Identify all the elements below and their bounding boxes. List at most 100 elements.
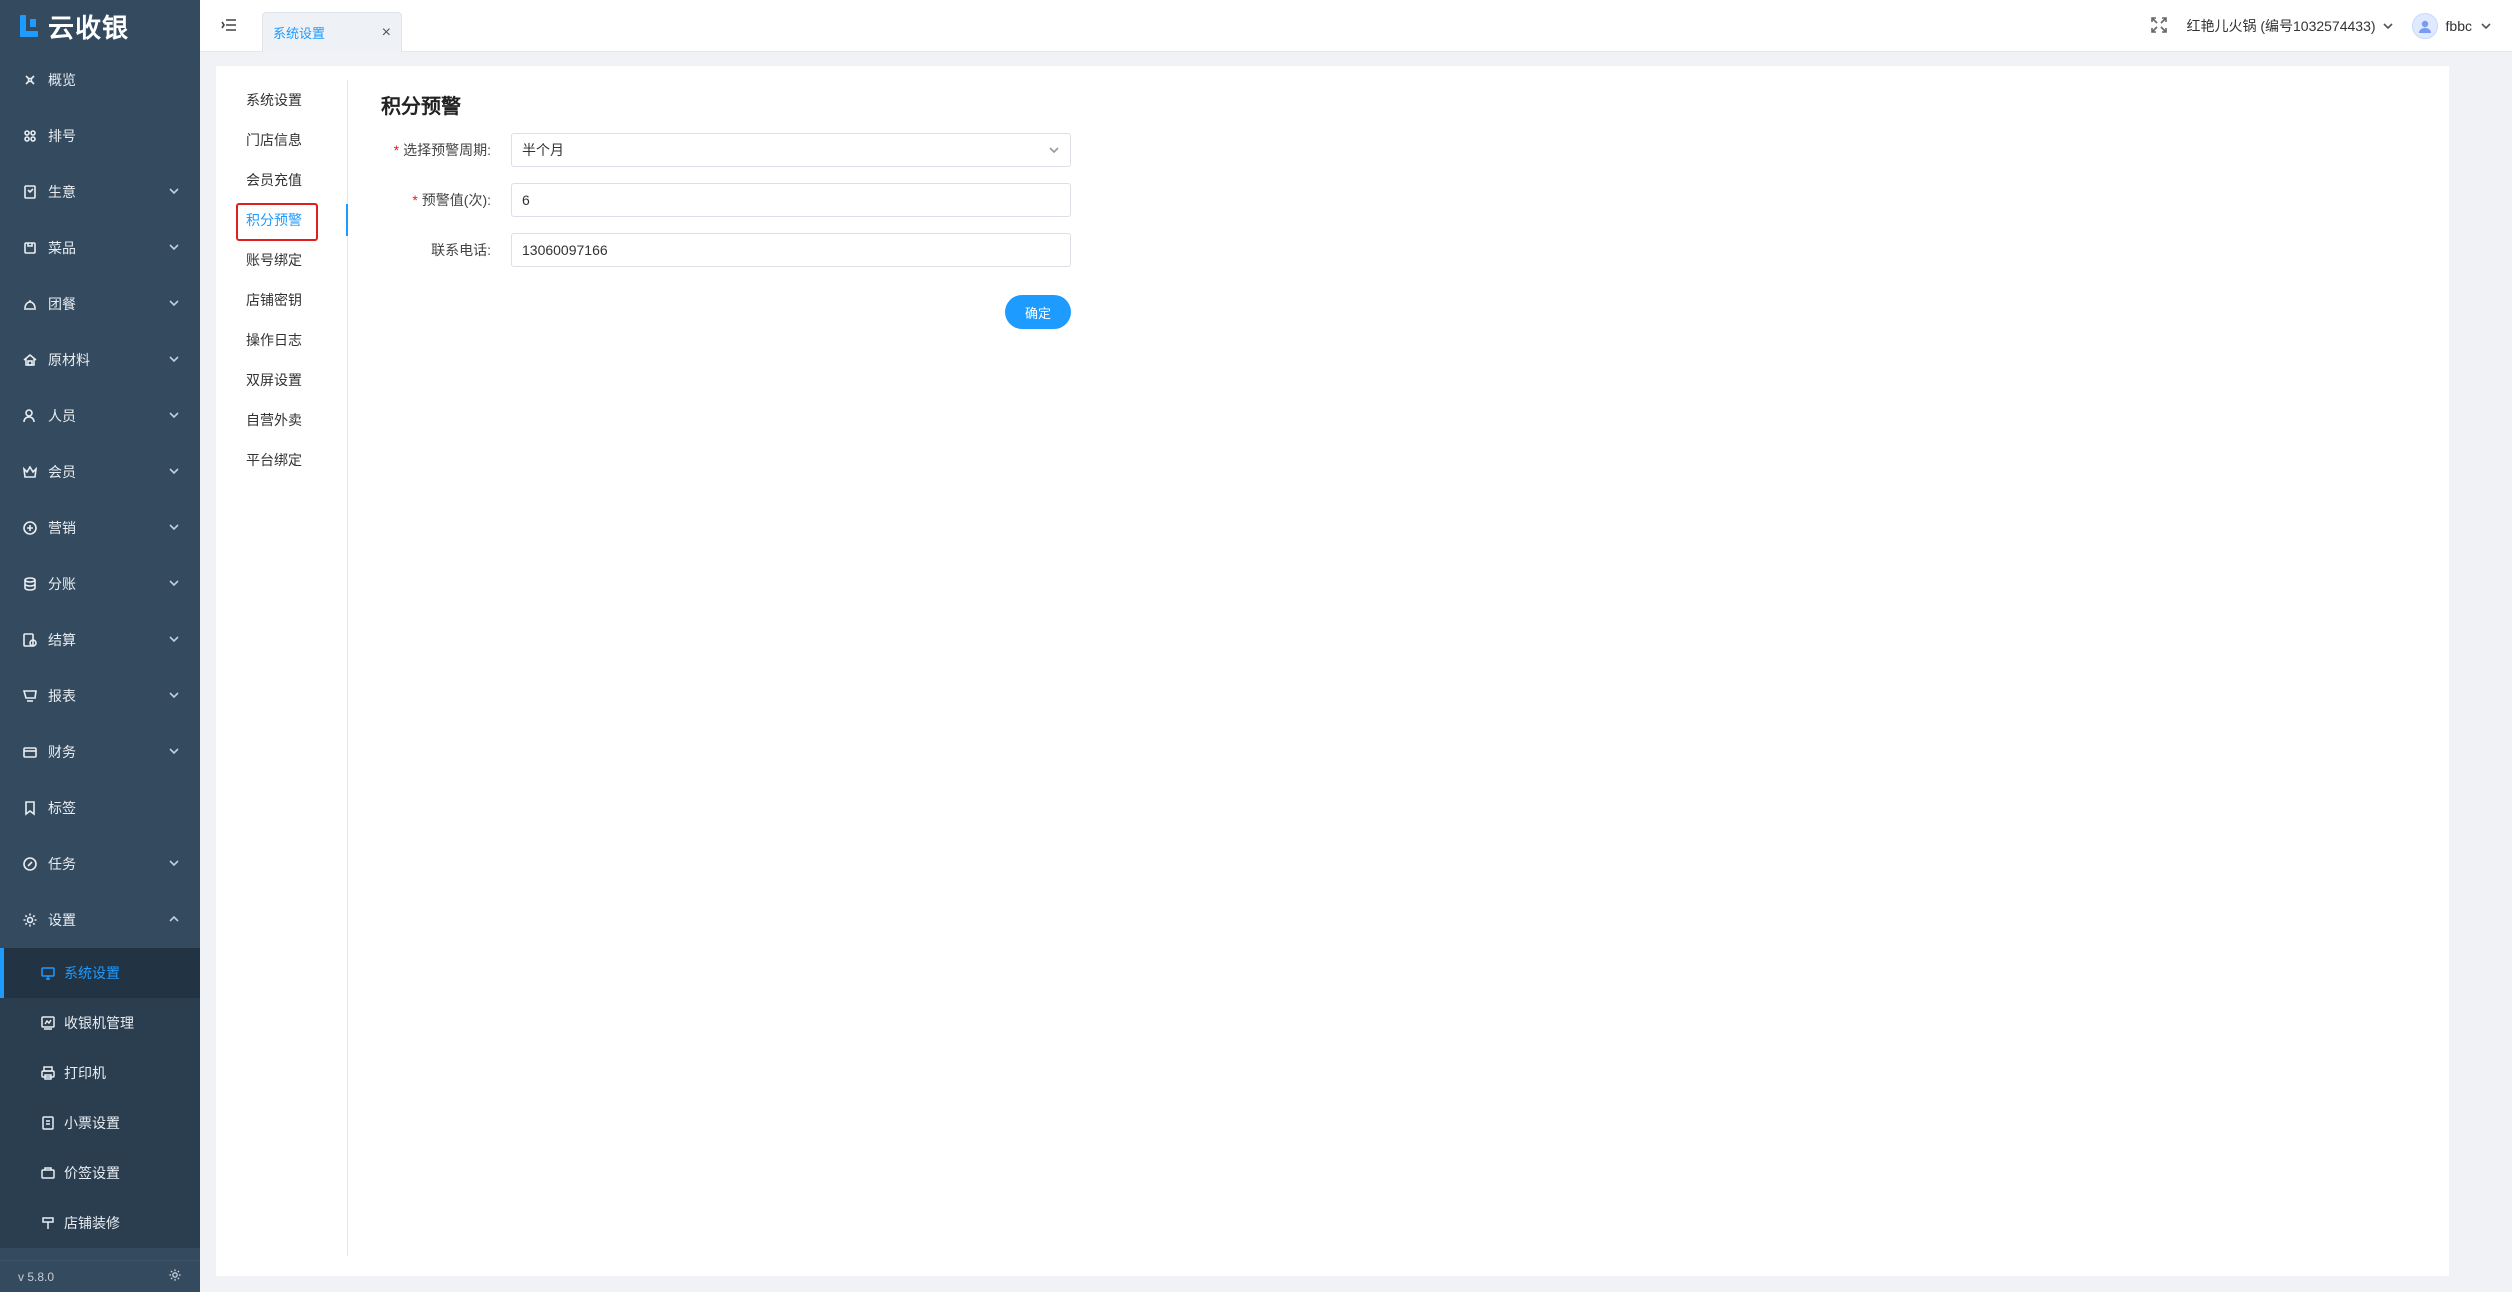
period-select[interactable]: 半个月 (511, 133, 1071, 167)
submenu-item-monitor[interactable]: 系统设置 (0, 948, 200, 998)
sidebar-item-label: 团餐 (48, 296, 76, 312)
member-icon (22, 464, 38, 480)
chevron-up-icon (168, 912, 180, 928)
monitor-icon (40, 965, 56, 981)
group-meal-icon (22, 296, 38, 312)
subnav-item[interactable]: 自营外卖 (228, 400, 347, 440)
sidebar-item-report[interactable]: 报表 (0, 668, 200, 724)
sidebar-item-finance[interactable]: 财务 (0, 724, 200, 780)
submenu-item-label: 打印机 (64, 1065, 106, 1081)
close-icon[interactable]: × (382, 24, 391, 42)
tag-icon (22, 800, 38, 816)
submenu-item-cashier[interactable]: 收银机管理 (0, 998, 200, 1048)
subnav-item[interactable]: 平台绑定 (228, 440, 347, 480)
period-row: * 选择预警周期: 半个月 (381, 133, 1071, 167)
sidebar-item-task[interactable]: 任务 (0, 836, 200, 892)
queue-icon (22, 128, 38, 144)
subnav-item[interactable]: 门店信息 (228, 120, 347, 160)
subnav-item[interactable]: 积分预警 (228, 200, 348, 240)
submenu-item-label: 店铺装修 (64, 1215, 120, 1231)
phone-input[interactable] (511, 233, 1071, 267)
tab-label: 系统设置 (273, 26, 326, 41)
sidebar-item-settings[interactable]: 设置 (0, 892, 200, 948)
user-menu[interactable]: fbbc (2411, 13, 2492, 39)
subnav-item[interactable]: 操作日志 (228, 320, 347, 360)
subnav-item[interactable]: 会员充值 (228, 160, 347, 200)
fullscreen-icon[interactable] (2150, 16, 2168, 37)
header-right: 红艳儿火锅 (编号1032574433) fbbc (2150, 0, 2492, 52)
sidebar-item-label: 财务 (48, 744, 76, 760)
sidebar-item-material[interactable]: 原材料 (0, 332, 200, 388)
sidebar-item-label: 分账 (48, 576, 76, 592)
subnav-item[interactable]: 账号绑定 (228, 240, 347, 280)
sidebar-item-label: 任务 (48, 856, 76, 872)
settlement-icon (22, 632, 38, 648)
avatar (2411, 13, 2438, 39)
material-icon (22, 352, 38, 368)
sidebar-item-business[interactable]: 生意 (0, 164, 200, 220)
business-icon (22, 184, 38, 200)
sidebar-item-queue[interactable]: 排号 (0, 108, 200, 164)
task-icon (22, 856, 38, 872)
settings-subnav: 系统设置 门店信息 会员充值 积分预警 账号绑定 店铺密钥 操作日志 双屏设置 自营外卖 平台绑定 (228, 80, 348, 1256)
report-icon (22, 688, 38, 704)
sidebar-item-dish[interactable]: 菜品 (0, 220, 200, 276)
chevron-down-icon (2481, 23, 2491, 30)
overview-icon (22, 72, 38, 88)
subnav-item[interactable]: 系统设置 (228, 80, 347, 120)
sidebar-item-staff[interactable]: 人员 (0, 388, 200, 444)
submenu-item-printer[interactable]: 打印机 (0, 1048, 200, 1098)
submenu-item-receipt[interactable]: 小票设置 (0, 1098, 200, 1148)
sidebar-item-label: 菜品 (48, 240, 76, 256)
settings-submenu: 系统设置收银机管理打印机小票设置价签设置店铺装修 (0, 948, 200, 1248)
app-logo[interactable]: 云收银 (0, 0, 200, 52)
main-menu: 概览 排号生意菜品团餐原材料人员会员营销分账结算报表财务标签任务设置系统设置收银机… (0, 52, 200, 1248)
settings-icon (22, 912, 38, 928)
sidebar-item-label: 结算 (48, 632, 76, 648)
confirm-button[interactable]: 确定 (1005, 295, 1071, 329)
phone-label: 联系电话: (431, 242, 491, 258)
submenu-item-label: 收银机管理 (64, 1015, 134, 1031)
sidebar-item-label: 营销 (48, 520, 76, 536)
threshold-label-text: 预警值(次): (421, 192, 491, 208)
chevron-down-icon (168, 520, 180, 536)
submenu-item-decoration[interactable]: 店铺装修 (0, 1198, 200, 1248)
sidebar-item-label: 人员 (48, 408, 76, 424)
gear-icon[interactable] (168, 1268, 182, 1285)
sidebar-item-tag[interactable]: 标签 (0, 780, 200, 836)
submenu-item-label: 系统设置 (64, 965, 120, 981)
submenu-item-label: 价签设置 (64, 1165, 120, 1181)
chevron-down-icon (168, 856, 180, 872)
menu-toggle-icon[interactable] (220, 16, 238, 34)
subnav-item[interactable]: 双屏设置 (228, 360, 347, 400)
printer-icon (40, 1065, 56, 1081)
sidebar-item-member[interactable]: 会员 (0, 444, 200, 500)
logo-icon (18, 15, 40, 37)
period-label-text: 选择预警周期: (403, 142, 491, 158)
sidebar-item-split-account[interactable]: 分账 (0, 556, 200, 612)
points-warning-form: 积分预警 *选择预警周期: 半个月 *预警值(次): 联系电话: 确定 (381, 90, 1071, 329)
tab-system-settings[interactable]: 系统设置 × (262, 12, 402, 52)
marketing-icon (22, 520, 38, 536)
store-selector[interactable]: 红艳儿火锅 (编号1032574433) (2186, 16, 2393, 36)
sidebar-item-settlement[interactable]: 结算 (0, 612, 200, 668)
threshold-label: * 预警值(次): (381, 190, 511, 210)
sidebar-item-overview[interactable]: 概览 (0, 52, 200, 108)
submenu-item-price-tag[interactable]: 价签设置 (0, 1148, 200, 1198)
sidebar: 云收银 概览 排号生意菜品团餐原材料人员会员营销分账结算报表财务标签任务设置系统设… (0, 0, 200, 1292)
required-mark: * (412, 192, 418, 208)
sidebar-item-label: 设置 (48, 912, 76, 928)
username: fbbc (2445, 18, 2472, 34)
cashier-icon (40, 1015, 56, 1031)
period-value: 半个月 (522, 142, 564, 158)
price-tag-icon (40, 1165, 56, 1181)
chevron-down-icon (168, 352, 180, 368)
sidebar-item-label: 生意 (48, 184, 76, 200)
receipt-icon (40, 1115, 56, 1131)
chevron-down-icon (168, 408, 180, 424)
chevron-down-icon (168, 240, 180, 256)
sidebar-item-group-meal[interactable]: 团餐 (0, 276, 200, 332)
subnav-item[interactable]: 店铺密钥 (228, 280, 347, 320)
sidebar-item-marketing[interactable]: 营销 (0, 500, 200, 556)
threshold-input[interactable] (511, 183, 1071, 217)
